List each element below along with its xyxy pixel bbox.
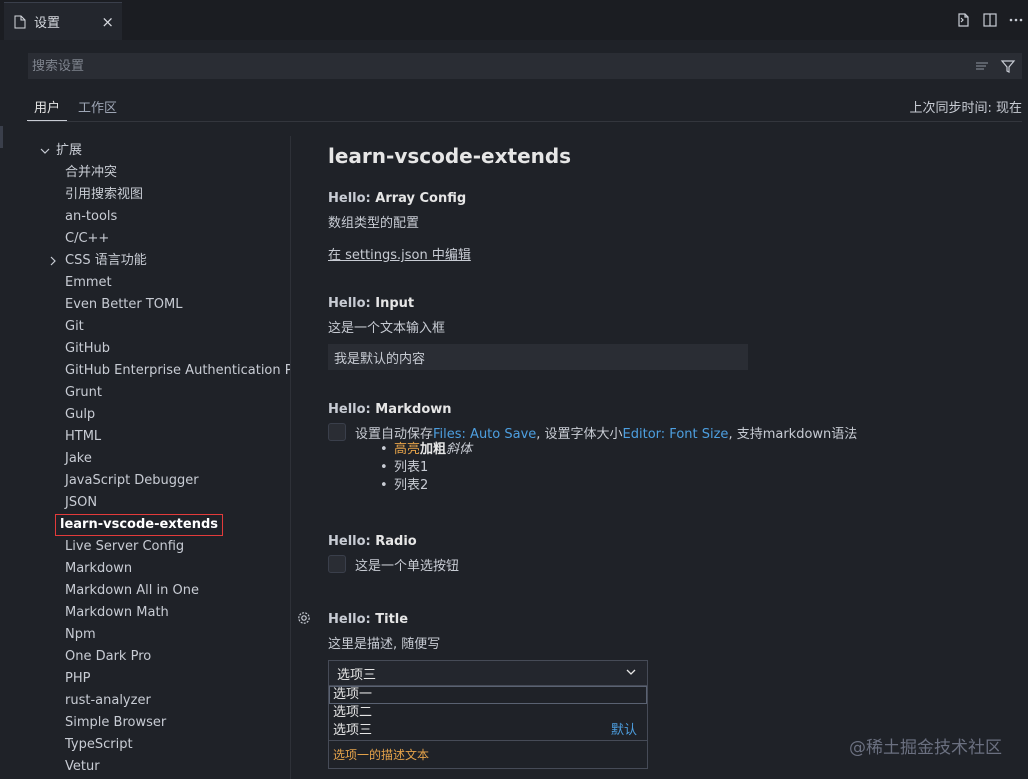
sync-status: 上次同步时间: 现在 xyxy=(909,101,1022,116)
toc-item-even-better-toml[interactable]: Even Better TOML xyxy=(28,294,290,316)
toc-item-an-tools[interactable]: an-tools xyxy=(28,206,290,228)
dropdown-option[interactable]: 选项三 默认 xyxy=(329,722,647,740)
setting-title-title: Hello: Title xyxy=(328,612,409,627)
filter-icon[interactable] xyxy=(1000,58,1016,78)
close-icon[interactable]: × xyxy=(101,13,114,31)
toc-item-github[interactable]: GitHub xyxy=(28,338,290,360)
editor-font-size-link[interactable]: Editor: Font Size xyxy=(623,427,729,442)
toc-item-cpp[interactable]: C/C++ xyxy=(28,228,290,250)
toc-item-github-enterprise[interactable]: GitHub Enterprise Authentication Pro... xyxy=(28,360,290,382)
toc-item-markdown[interactable]: Markdown xyxy=(28,558,290,580)
setting-desc-array-config: 数组类型的配置 xyxy=(328,216,420,231)
toc-item-rust-analyzer[interactable]: rust-analyzer xyxy=(28,690,290,712)
settings-scope-tabs: 用户 工作区 上次同步时间: 现在 xyxy=(26,92,1022,122)
toc-item-references-view[interactable]: 引用搜索视图 xyxy=(28,184,290,206)
radio-checkbox[interactable] xyxy=(328,555,346,573)
settings-search-input[interactable] xyxy=(28,58,958,74)
toc-item-jake[interactable]: Jake xyxy=(28,448,290,470)
setting-title-markdown: Hello: Markdown xyxy=(328,402,452,417)
radio-description: 这是一个单选按钮 xyxy=(355,559,460,574)
split-editor-icon[interactable] xyxy=(982,12,998,32)
toc-item-markdown-all-in-one[interactable]: Markdown All in One xyxy=(28,580,290,602)
toc-item-typescript[interactable]: TypeScript xyxy=(28,734,290,756)
toc-item-npm[interactable]: Npm xyxy=(28,624,290,646)
toc-item-html[interactable]: HTML xyxy=(28,426,290,448)
clear-filter-icon[interactable] xyxy=(974,58,990,78)
toc-item-emmet[interactable]: Emmet xyxy=(28,272,290,294)
chevron-down-icon xyxy=(626,669,636,675)
toc-divider xyxy=(290,136,291,779)
toc-item-merge-conflict[interactable]: 合并冲突 xyxy=(28,162,290,184)
watermark: @稀土掘金技术社区 xyxy=(849,738,1002,758)
settings-list: learn-vscode-extends Hello: Array Config… xyxy=(298,136,1018,779)
settings-search-bar xyxy=(28,53,1022,79)
more-actions-icon[interactable] xyxy=(1008,12,1024,32)
toc-item-css[interactable]: CSS 语言功能 xyxy=(28,250,290,272)
file-icon xyxy=(14,15,26,28)
chevron-right-icon xyxy=(48,250,58,272)
toc-group-extensions[interactable]: 扩展 xyxy=(28,140,290,162)
toc-item-json[interactable]: JSON xyxy=(28,492,290,514)
toc-item-git[interactable]: Git xyxy=(28,316,290,338)
setting-title-array-config: Hello: Array Config xyxy=(328,191,467,206)
setting-title-radio: Hello: Radio xyxy=(328,534,417,549)
toc-item-js-debugger[interactable]: JavaScript Debugger xyxy=(28,470,290,492)
tab-user[interactable]: 用户 xyxy=(26,97,68,121)
gear-icon[interactable] xyxy=(296,610,312,626)
list-item: 高亮加粗斜体 xyxy=(380,441,472,459)
markdown-description: 设置自动保存Files: Auto Save, 设置字体大小Editor: Fo… xyxy=(355,427,858,442)
title-select[interactable]: 选项三 xyxy=(328,660,648,686)
toc-item-learn-vscode-extends[interactable]: learn-vscode-extends xyxy=(28,514,290,536)
editor-tab-bar: 设置 × xyxy=(0,0,1028,40)
toc-item-one-dark-pro[interactable]: One Dark Pro xyxy=(28,646,290,668)
setting-desc-input: 这是一个文本输入框 xyxy=(328,321,446,336)
settings-toc: 扩展 合并冲突 引用搜索视图 an-tools C/C++ CSS 语言功能 E… xyxy=(28,140,290,779)
default-badge: 默认 xyxy=(610,723,637,738)
tab-title: 设置 xyxy=(34,16,61,31)
title-dropdown-list: 选项一 选项二 选项三 默认 选项一的描述文本 xyxy=(328,686,648,769)
setting-desc-title: 这里是描述, 随便写 xyxy=(328,637,441,652)
toc-item-simple-browser[interactable]: Simple Browser xyxy=(28,712,290,734)
toc-item-live-server[interactable]: Live Server Config xyxy=(28,536,290,558)
open-settings-json-icon[interactable] xyxy=(956,12,972,32)
toc-item-grunt[interactable]: Grunt xyxy=(28,382,290,404)
tab-workspace[interactable]: 工作区 xyxy=(78,97,117,116)
settings-tab[interactable]: 设置 × xyxy=(4,2,122,40)
toc-item-vetur[interactable]: Vetur xyxy=(28,756,290,778)
list-item: 列表1 xyxy=(380,459,472,477)
gutter-marker xyxy=(0,126,3,148)
files-auto-save-link[interactable]: Files: Auto Save xyxy=(433,427,536,442)
toc-item-gulp[interactable]: Gulp xyxy=(28,404,290,426)
setting-title-input: Hello: Input xyxy=(328,296,415,311)
dropdown-option[interactable]: 选项一 xyxy=(329,686,647,704)
edit-in-settings-json-link[interactable]: 在 settings.json 中编辑 xyxy=(328,244,471,263)
toc-item-markdown-math[interactable]: Markdown Math xyxy=(28,602,290,624)
markdown-list: 高亮加粗斜体 列表1 列表2 xyxy=(380,441,472,495)
editor-actions xyxy=(956,12,1024,32)
dropdown-option[interactable]: 选项二 xyxy=(329,704,647,722)
list-item: 列表2 xyxy=(380,477,472,495)
toc-item-php[interactable]: PHP xyxy=(28,668,290,690)
section-title: learn-vscode-extends xyxy=(328,144,572,168)
chevron-down-icon xyxy=(40,140,50,162)
markdown-checkbox[interactable] xyxy=(328,423,346,441)
option-description: 选项一的描述文本 xyxy=(329,740,647,768)
setting-input-field[interactable] xyxy=(328,344,748,370)
